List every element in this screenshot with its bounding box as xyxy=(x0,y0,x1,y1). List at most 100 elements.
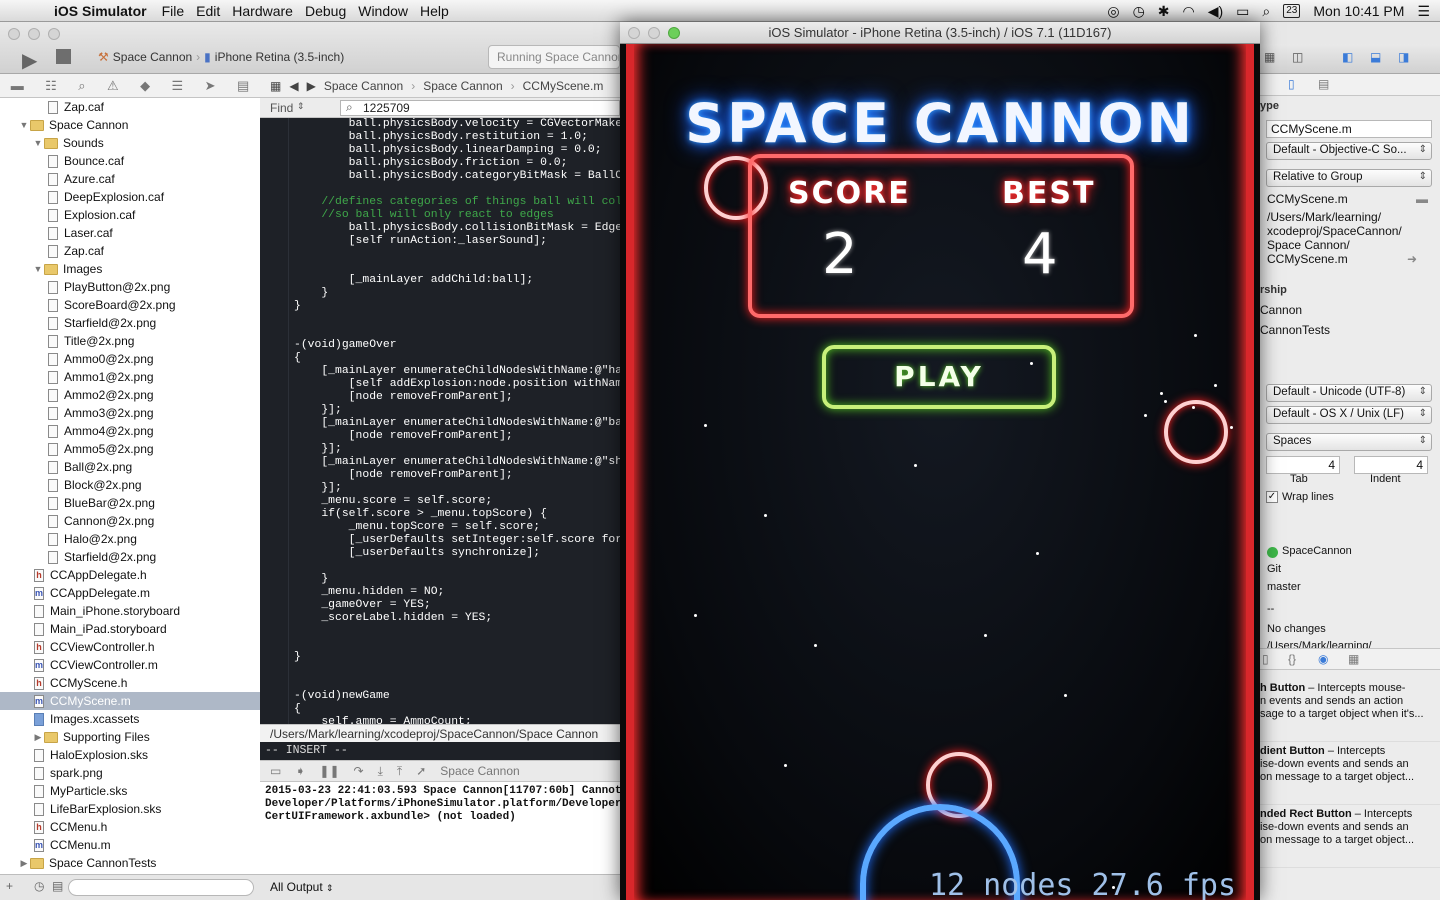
output-filter[interactable]: All Output ⇕ xyxy=(260,874,620,900)
reveal-arrow-icon[interactable]: ➜ xyxy=(1407,252,1417,266)
navigator-item[interactable]: h CCMyScene.h xyxy=(0,674,260,692)
navigator-item[interactable]: ▼ Sounds xyxy=(0,134,260,152)
clock[interactable]: Mon 10:41 PM xyxy=(1313,3,1404,19)
menu-edit[interactable]: Edit xyxy=(196,3,232,19)
navigator-item[interactable]: m CCMenu.m xyxy=(0,836,260,854)
navigator-item[interactable]: HaloExplosion.sks xyxy=(0,746,260,764)
test-tab-icon[interactable]: ◆ xyxy=(140,78,150,94)
location-icon[interactable]: ➚ xyxy=(416,764,426,778)
disclosure-open-icon[interactable]: ▼ xyxy=(32,134,44,152)
timemachine-icon[interactable]: ◷ xyxy=(1133,3,1145,20)
menu-app-name[interactable]: iOS Simulator xyxy=(40,3,162,19)
wrap-lines-checkbox[interactable]: ✓ xyxy=(1266,491,1278,503)
add-icon[interactable]: + xyxy=(6,879,13,893)
folder-tab-icon[interactable]: ▬ xyxy=(11,78,24,93)
toggle-utilities-icon[interactable]: ◨ xyxy=(1398,50,1409,64)
close-window-button[interactable] xyxy=(628,27,640,39)
navigator-item[interactable]: Ammo0@2x.png xyxy=(0,350,260,368)
navigator-item[interactable]: Starfield@2x.png xyxy=(0,548,260,566)
scm-filter-icon[interactable]: ▤ xyxy=(52,879,63,893)
menu-help[interactable]: Help xyxy=(420,3,461,19)
jumpbar-project[interactable]: Space Cannon xyxy=(324,79,403,93)
navigator-item[interactable]: h CCAppDelegate.h xyxy=(0,566,260,584)
object-library-icon[interactable]: ◉ xyxy=(1318,652,1328,666)
date-badge[interactable]: 23 xyxy=(1283,4,1301,18)
step-out-icon[interactable]: ⤒ xyxy=(397,764,402,779)
hierarchy-tab-icon[interactable]: ☷ xyxy=(45,78,57,94)
game-screen[interactable]: SPACE CANNON SCORE BEST 2 4 PLAY 12 node… xyxy=(626,44,1254,900)
toggle-debug-icon[interactable]: ⬓ xyxy=(1370,50,1381,64)
find-field[interactable]: 1225709 xyxy=(340,100,620,116)
file-name-field[interactable]: CCMyScene.m xyxy=(1266,120,1432,138)
encoding-popup[interactable]: Default - Unicode (UTF-8) xyxy=(1266,384,1432,402)
minimize-window-button[interactable] xyxy=(648,27,660,39)
navigator-item[interactable]: Explosion.caf xyxy=(0,206,260,224)
navigator-item[interactable]: ▶ Supporting Files xyxy=(0,728,260,746)
file-inspector-icon[interactable]: ▯ xyxy=(1288,77,1295,91)
library-item[interactable]: h Button – Intercepts mouse- n events an… xyxy=(1258,680,1440,742)
navigator-item[interactable]: Ammo2@2x.png xyxy=(0,386,260,404)
menu-debug[interactable]: Debug xyxy=(305,3,358,19)
tab-width-field[interactable]: 4 xyxy=(1266,456,1340,474)
step-over-icon[interactable]: ↷ xyxy=(354,764,364,778)
menu-file[interactable]: File xyxy=(162,3,197,19)
forward-icon[interactable]: ▶ xyxy=(307,79,316,93)
jumpbar-file[interactable]: CCMyScene.m xyxy=(523,79,604,93)
navigator-item[interactable]: Ammo4@2x.png xyxy=(0,422,260,440)
zoom-window-button[interactable] xyxy=(48,28,60,40)
sync-icon[interactable]: ◎ xyxy=(1107,3,1119,20)
breakpoint-tab-icon[interactable]: ➤ xyxy=(205,78,216,94)
navigator-item[interactable]: Ammo5@2x.png xyxy=(0,440,260,458)
related-items-icon[interactable]: ▦ xyxy=(270,79,281,93)
run-icon[interactable]: ▶ xyxy=(22,48,37,73)
navigator-item[interactable]: h CCMenu.h xyxy=(0,818,260,836)
navigator-item[interactable]: Ball@2x.png xyxy=(0,458,260,476)
toggle-navigator-icon[interactable]: ◧ xyxy=(1342,50,1353,64)
menu-window[interactable]: Window xyxy=(358,3,420,19)
code-snippet-icon[interactable]: {} xyxy=(1288,652,1296,666)
bluetooth-icon[interactable]: ✱ xyxy=(1158,3,1170,20)
navigator-item[interactable]: ScoreBoard@2x.png xyxy=(0,296,260,314)
navigator-item[interactable]: Starfield@2x.png xyxy=(0,314,260,332)
library-item[interactable]: dient Button – Intercepts ise-down event… xyxy=(1258,743,1440,805)
navigator-item[interactable]: ▼ Space Cannon xyxy=(0,116,260,134)
console-output[interactable]: 2015-03-23 22:41:03.593 Space Cannon[117… xyxy=(260,782,620,874)
navigator-item[interactable]: Images.xcassets xyxy=(0,710,260,728)
navigator-item[interactable]: LifeBarExplosion.sks xyxy=(0,800,260,818)
log-tab-icon[interactable]: ▤ xyxy=(237,78,249,94)
breakpoints-icon[interactable]: ➧ xyxy=(295,764,305,778)
output-selector[interactable]: All Output xyxy=(270,880,323,894)
indent-width-field[interactable]: 4 xyxy=(1354,456,1428,474)
navigator-item[interactable]: Zap.caf xyxy=(0,98,260,116)
target-app[interactable]: Cannon xyxy=(1260,303,1302,317)
pause-icon[interactable]: ❚❚ xyxy=(319,764,339,778)
play-button[interactable]: PLAY xyxy=(822,345,1056,409)
location-popup[interactable]: Relative to Group xyxy=(1266,169,1432,187)
warning-tab-icon[interactable]: ⚠ xyxy=(107,78,119,94)
navigator-item[interactable]: m CCViewController.m xyxy=(0,656,260,674)
zoom-window-button[interactable] xyxy=(668,27,680,39)
spotlight-icon[interactable]: ⌕ xyxy=(1262,3,1270,20)
navigator-item[interactable]: Zap.caf xyxy=(0,242,260,260)
jumpbar-group[interactable]: Space Cannon xyxy=(423,79,502,93)
disclosure-closed-icon[interactable]: ▶ xyxy=(18,854,30,872)
notification-center-icon[interactable]: ☰ xyxy=(1417,3,1430,20)
navigator-item[interactable]: ▶ Space CannonTests xyxy=(0,854,260,872)
media-library-icon[interactable]: ▦ xyxy=(1348,652,1359,666)
navigator-item[interactable]: m CCAppDelegate.m xyxy=(0,584,260,602)
navigator-item[interactable]: Bounce.caf xyxy=(0,152,260,170)
debug-tab-icon[interactable]: ☰ xyxy=(172,78,184,94)
navigator-item[interactable]: Azure.caf xyxy=(0,170,260,188)
battery-icon[interactable]: ▭ xyxy=(1236,3,1249,20)
wifi-icon[interactable]: ◠ xyxy=(1183,3,1195,20)
file-type-popup[interactable]: Default - Objective-C So... xyxy=(1266,142,1432,160)
navigator-item[interactable]: h CCViewController.h xyxy=(0,638,260,656)
navigator-item[interactable]: Title@2x.png xyxy=(0,332,260,350)
folder-icon[interactable]: ▬ xyxy=(1416,192,1428,206)
version-editor-icon[interactable]: ◫ xyxy=(1292,50,1303,64)
back-icon[interactable]: ◀ xyxy=(289,79,298,93)
navigator-item[interactable]: Block@2x.png xyxy=(0,476,260,494)
volume-icon[interactable]: ◀) xyxy=(1208,3,1223,20)
navigator-filter-field[interactable] xyxy=(68,879,254,896)
editor-icon[interactable]: ▦ xyxy=(1264,50,1275,64)
